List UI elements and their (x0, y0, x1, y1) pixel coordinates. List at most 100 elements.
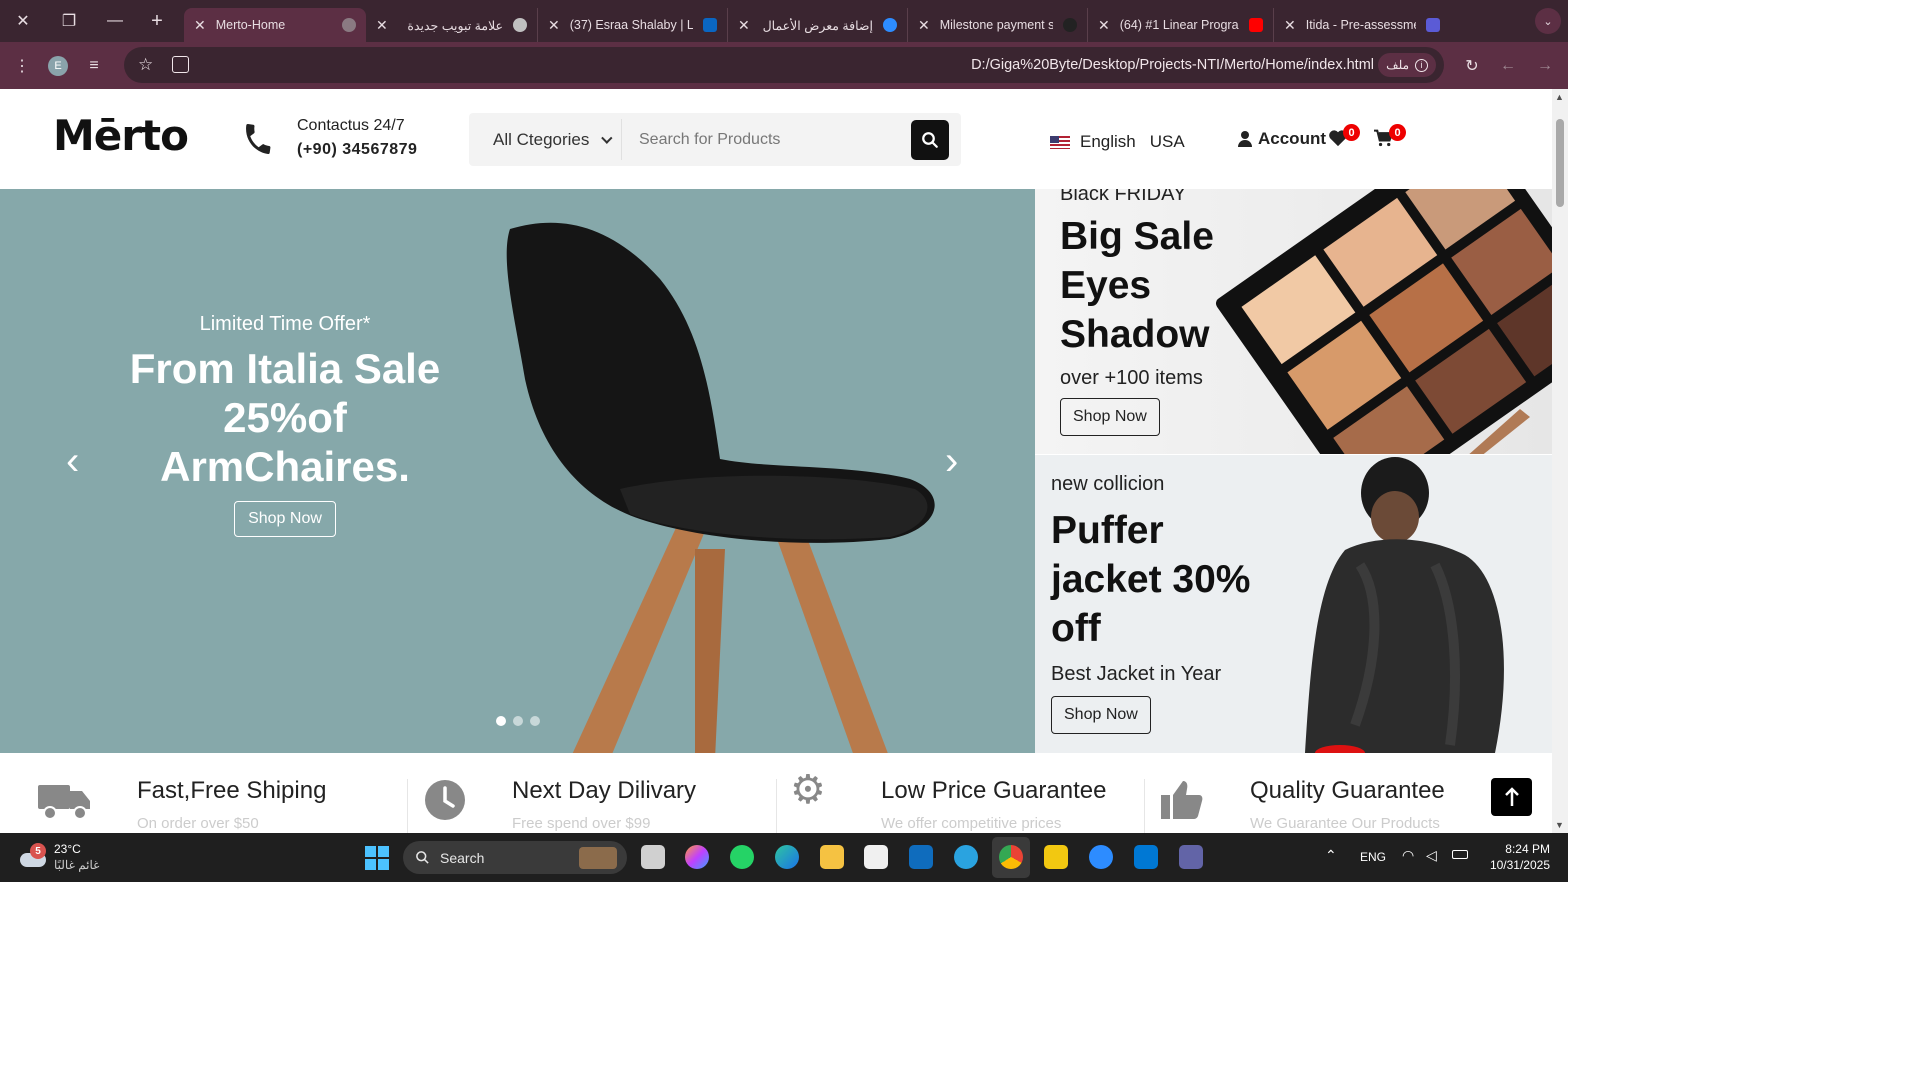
feature-divider (407, 779, 408, 833)
tab-milestone[interactable]: ✕ Milestone payment s (908, 8, 1088, 42)
wifi-icon[interactable]: ◠ (1402, 847, 1414, 864)
tab-close-icon[interactable]: ✕ (1098, 17, 1110, 34)
tab-youtube[interactable]: ✕ (64) #1 Linear Progra (1088, 8, 1274, 42)
cart-button[interactable]: 0 (1373, 124, 1406, 152)
telegram-icon[interactable] (954, 845, 978, 869)
promo2-shop-now-button[interactable]: Shop Now (1051, 696, 1151, 734)
tab-close-icon[interactable]: ✕ (1284, 17, 1296, 34)
profile-avatar[interactable]: E (40, 55, 76, 76)
promo-jacket: new collicion Puffer jacket 30% off Best… (1035, 455, 1552, 753)
account-link[interactable]: Account (1238, 129, 1326, 149)
forward-arrow-icon[interactable]: → (1527, 57, 1563, 75)
carousel-dot[interactable] (513, 716, 523, 726)
site-info-chip[interactable]: ملف i (1378, 53, 1436, 77)
store-icon[interactable] (864, 845, 888, 869)
chrome-icon (513, 18, 527, 32)
contact-phone[interactable]: (+90) 34567879 (297, 141, 417, 159)
tab-merto-home[interactable]: ✕ Merto-Home (184, 8, 366, 42)
chair-image (506, 222, 935, 753)
scroll-down-icon[interactable]: ▼ (1555, 820, 1564, 830)
feature-quality: Quality Guarantee We Guarantee Our Produ… (1250, 777, 1445, 832)
hero-subtitle: Limited Time Offer* (199, 313, 371, 335)
info-icon: i (1415, 58, 1428, 72)
linkedin-icon (703, 18, 717, 32)
edge-icon[interactable] (775, 845, 799, 869)
carousel-prev-icon[interactable]: ‹ (66, 439, 79, 484)
tab-itida[interactable]: ✕ Itida - Pre-assessmen (1274, 8, 1450, 42)
wishlist-button[interactable]: 0 (1328, 124, 1360, 152)
usa-flag-icon (1050, 135, 1070, 149)
promo2-title: Puffer jacket 30% off (1051, 509, 1251, 650)
chevron-down-icon (601, 132, 613, 144)
tab-search-chevron-icon[interactable]: ⌄ (1528, 0, 1568, 42)
tab-new-tab-ar[interactable]: ✕ علامة تبويب جديدة (366, 8, 538, 42)
page-scrollbar[interactable]: ▲ ▼ (1552, 89, 1568, 833)
feature-price: Low Price Guarantee We offer competitive… (881, 777, 1107, 832)
minimize-window-icon[interactable]: — (92, 0, 138, 42)
reload-icon[interactable]: ↻ (1454, 56, 1490, 76)
carousel-dot[interactable] (496, 716, 506, 726)
category-dropdown[interactable]: All Ctegories (493, 130, 613, 150)
outlook-icon[interactable] (909, 845, 933, 869)
file-explorer-icon[interactable] (820, 845, 844, 869)
tab-close-icon[interactable]: ✕ (194, 17, 206, 34)
youtube-icon (1249, 18, 1263, 32)
tab-close-icon[interactable]: ✕ (918, 17, 930, 34)
copilot-icon[interactable] (685, 845, 709, 869)
tab-close-icon[interactable]: ✕ (376, 17, 388, 34)
new-tab-button[interactable]: + (134, 0, 180, 42)
carousel-next-icon[interactable]: › (945, 439, 958, 484)
power-bi-icon[interactable] (1044, 845, 1068, 869)
cloud-moon-icon: 5 (18, 843, 46, 871)
search-input[interactable] (639, 123, 899, 156)
scrollbar-thumb[interactable] (1556, 119, 1564, 207)
promo1-subtitle: over +100 items (1060, 367, 1203, 389)
windows-start-icon[interactable] (365, 846, 389, 870)
webpage: Mērto Contactus 24/7 (+90) 34567879 All … (0, 89, 1552, 833)
restore-window-icon[interactable]: ❐ (46, 0, 92, 42)
whatsapp-icon[interactable] (730, 845, 754, 869)
promo1-shop-now-button[interactable]: Shop Now (1060, 398, 1160, 436)
battery-icon[interactable] (1452, 850, 1468, 859)
search-icon (922, 132, 938, 148)
tab-portfolio[interactable]: ✕ إضافة معرض الأعمال (728, 8, 908, 42)
clock-icon (425, 780, 465, 820)
tab-linkedin[interactable]: ✕ (37) Esraa Shalaby | L (538, 8, 728, 42)
task-view-icon[interactable] (641, 845, 665, 869)
cart-count-badge: 0 (1389, 124, 1406, 141)
vscode-icon[interactable] (1134, 845, 1158, 869)
chrome-icon[interactable] (999, 845, 1023, 869)
teams-icon[interactable] (1179, 845, 1203, 869)
features-bar: Fast,Free Shiping On order over $50 Next… (0, 753, 1552, 833)
url-text[interactable]: D:/Giga%20Byte/Desktop/Projects-NTI/Mert… (971, 57, 1374, 73)
tab-close-icon[interactable]: ✕ (738, 17, 750, 34)
bookmark-star-icon[interactable]: ☆ (138, 55, 153, 75)
site-logo[interactable]: Mērto (53, 111, 189, 160)
close-window-icon[interactable]: ✕ (0, 0, 46, 42)
translate-icon[interactable] (172, 56, 189, 73)
input-language[interactable]: ENG (1360, 850, 1386, 864)
scroll-up-icon[interactable]: ▲ (1555, 92, 1564, 102)
tab-title: Milestone payment s (939, 18, 1053, 32)
user-icon (1238, 131, 1252, 147)
reading-list-icon[interactable]: ≡ (76, 57, 112, 75)
zoom-icon[interactable] (1089, 845, 1113, 869)
site-icon (1063, 18, 1077, 32)
volume-icon[interactable]: ◁ (1426, 847, 1437, 864)
carousel-dot[interactable] (530, 716, 540, 726)
menu-dots-icon[interactable]: ⋮ (4, 56, 40, 76)
taskbar-search[interactable]: Search (403, 841, 627, 874)
hero-shop-now-button[interactable]: Shop Now (234, 501, 336, 537)
back-arrow-icon[interactable]: ← (1490, 57, 1526, 75)
search-button[interactable] (911, 120, 949, 160)
language-selector[interactable]: English USA (1050, 132, 1185, 152)
back-to-top-button[interactable] (1491, 778, 1532, 816)
tab-close-icon[interactable]: ✕ (548, 17, 560, 34)
promo1-title: Big Sale Eyes Shadow (1060, 215, 1214, 356)
weather-widget[interactable]: 5 23°C غائم غالبًا (18, 841, 99, 873)
omnibox[interactable]: ☆ D:/Giga%20Byte/Desktop/Projects-NTI/Me… (124, 47, 1444, 83)
search-highlight-icon (579, 847, 617, 869)
system-clock[interactable]: 8:24 PM 10/31/2025 (1490, 841, 1550, 873)
tab-title: إضافة معرض الأعمال (762, 18, 873, 33)
show-hidden-icons[interactable]: ⌃ (1325, 847, 1337, 864)
